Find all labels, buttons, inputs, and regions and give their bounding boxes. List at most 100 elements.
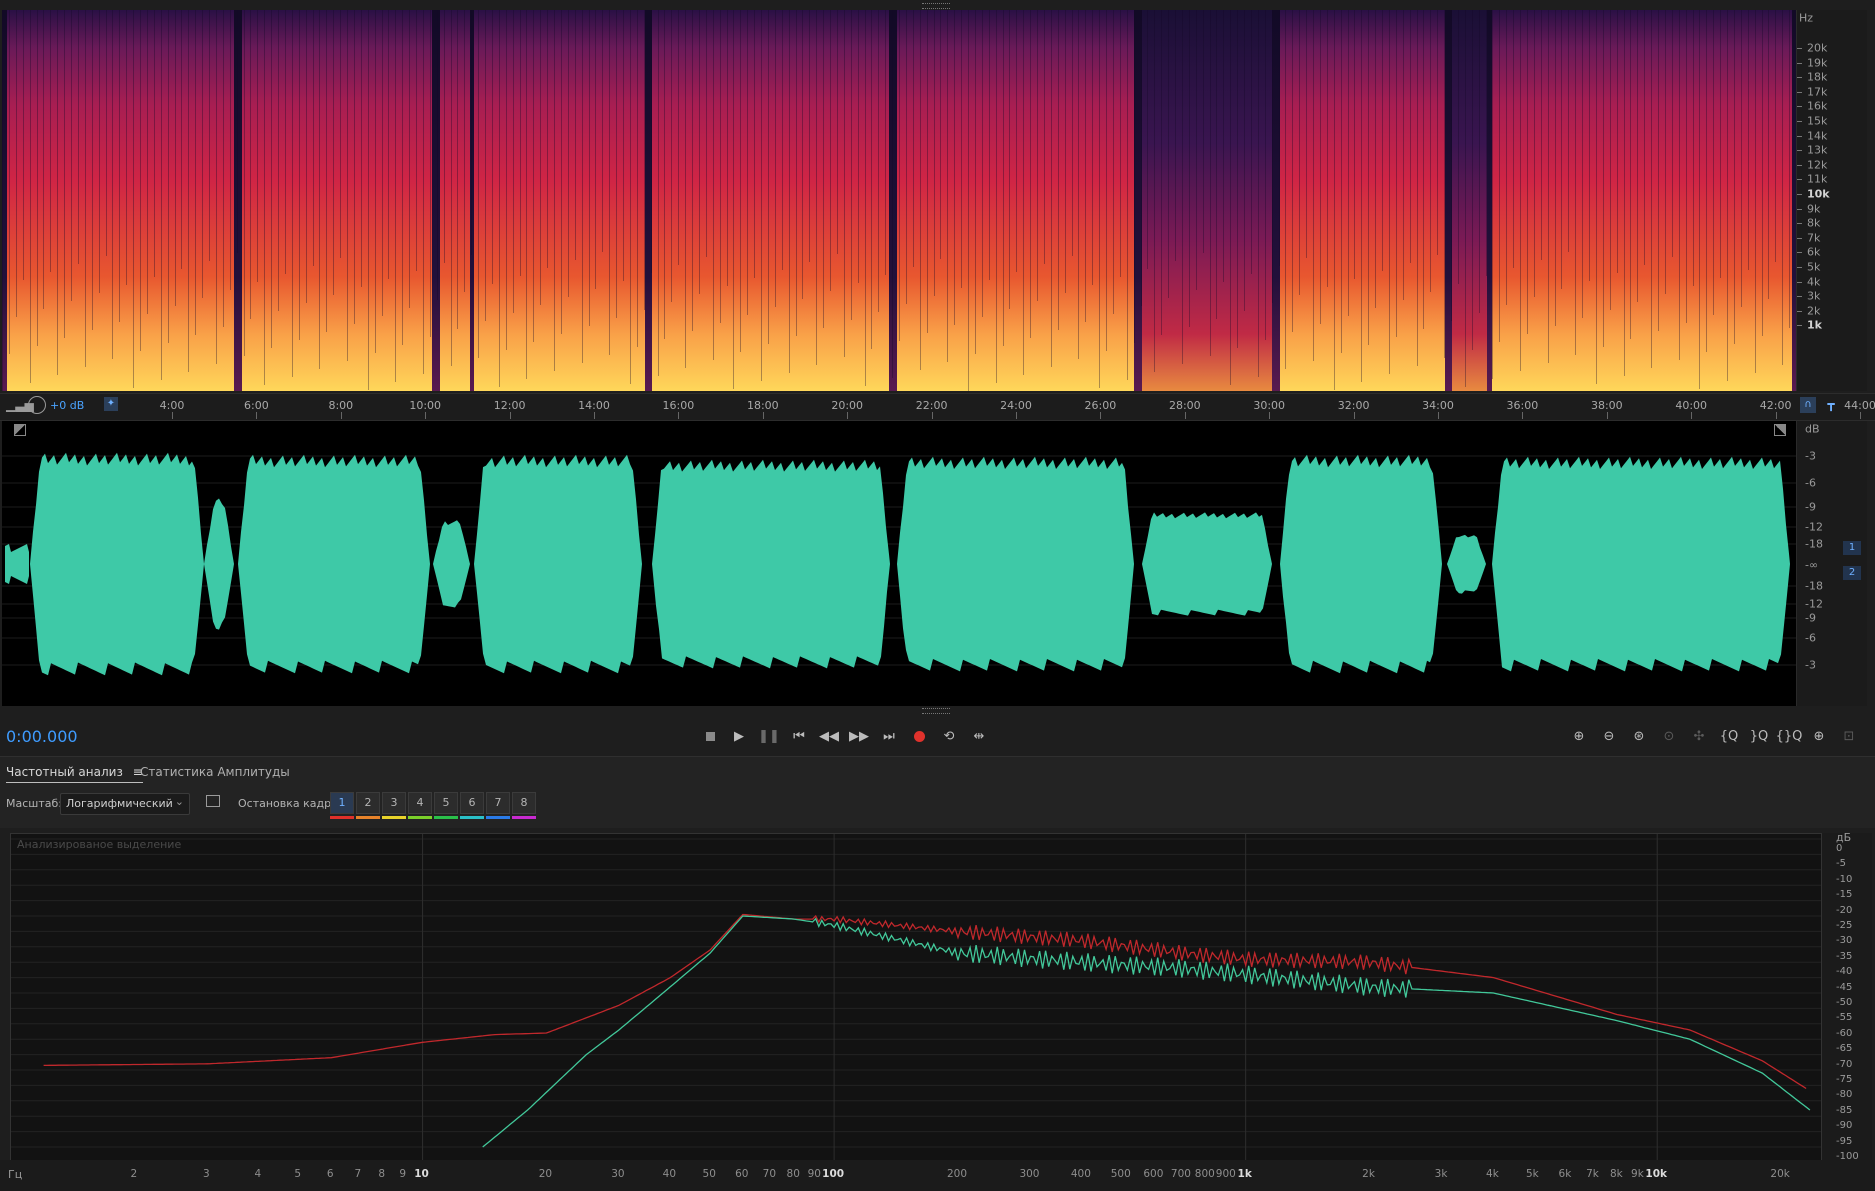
pause-button[interactable]: ❚❚ [757, 724, 781, 748]
record-button[interactable] [907, 724, 931, 748]
freeze-frame-slot-7[interactable]: 7 [486, 792, 510, 814]
hz-label: 7k [1807, 231, 1821, 245]
time-ruler[interactable]: ▁▃▅ +0 dB ✦ 4:00 6:00 8:00 10:00 12:00 14:00 1… [0, 393, 1875, 421]
spectral-streak [1685, 10, 1687, 323]
spectral-streak [533, 10, 535, 342]
loop-button[interactable]: ⟲ [937, 724, 961, 748]
freeze-frame-color-swatch [356, 816, 380, 819]
fade-in-handle-icon[interactable] [14, 424, 26, 436]
go-to-end-button[interactable]: ⏭ [877, 724, 901, 748]
pause-icon: ❚❚ [758, 728, 780, 744]
waveform-region [1142, 512, 1272, 616]
gain-knob-icon[interactable] [28, 396, 46, 414]
zoom-out-amplitude-icon: ⊖ [1603, 728, 1615, 744]
zoom-in-time-button[interactable]: ⊙ [1657, 724, 1681, 748]
spectral-streak [471, 10, 473, 255]
resize-handle-bottom[interactable] [922, 708, 950, 714]
gain-value[interactable]: +0 dB [50, 399, 84, 412]
freeze-frame-slot-6[interactable]: 6 [460, 792, 484, 814]
time-label: 8:00 [328, 399, 354, 412]
time-label: 44:00 [1844, 399, 1875, 412]
freeze-frame-slot-4[interactable]: 4 [408, 792, 432, 814]
marker-icon[interactable]: ┳ [1824, 397, 1838, 413]
skip-selection-button[interactable]: ⇹ [967, 724, 991, 748]
time-tick [509, 412, 511, 419]
hz-tick [1797, 91, 1802, 93]
spectral-streak [1513, 10, 1515, 268]
hz-label: 17k [1807, 85, 1828, 99]
spectral-streak [1354, 10, 1356, 279]
zoom-reset-button[interactable]: ⊛ [1627, 724, 1651, 748]
channel-2-toggle[interactable]: 2 [1843, 566, 1861, 580]
tab-amplitude-statistics[interactable]: Статистика Амплитуды [140, 765, 290, 779]
time-label: 16:00 [662, 399, 695, 412]
headphones-icon[interactable]: ∩ [1800, 397, 1816, 413]
zoom-time-button[interactable]: ⊕ [1807, 724, 1831, 748]
spectral-streak [1016, 10, 1018, 272]
scale-select[interactable]: Логарифмический ⌄ [60, 793, 190, 815]
graph-freq-label: 3 [203, 1168, 210, 1180]
freeze-frame-slot-1[interactable]: 1 [330, 792, 354, 814]
freeze-frame-slot-8[interactable]: 8 [512, 792, 536, 814]
hz-tick [1797, 267, 1802, 268]
time-label: 10:00 [409, 399, 442, 412]
time-label: 42:00 [1759, 399, 1792, 412]
time-tick [594, 412, 595, 419]
play-button[interactable]: ▶ [727, 724, 751, 748]
spectral-streak [1671, 10, 1673, 257]
freeze-frame-slot-3[interactable]: 3 [382, 792, 406, 814]
hz-label: 12k [1807, 158, 1828, 172]
spectral-streak [1761, 10, 1763, 336]
freeze-frame-slot-5[interactable]: 5 [434, 792, 458, 814]
db-label: -12 [1805, 520, 1823, 534]
zoom-in-left-button[interactable]: {Q [1717, 724, 1741, 748]
spectral-streak [519, 10, 521, 276]
channel-1-toggle[interactable]: 1 [1843, 541, 1861, 555]
spectral-streak [1664, 10, 1666, 294]
stop-button[interactable] [698, 724, 722, 748]
frequency-analysis-graph[interactable]: Анализированое выделение [10, 833, 1822, 1161]
spectral-streak [29, 10, 31, 383]
spectral-streak [174, 10, 176, 306]
spectral-streak [43, 10, 45, 309]
spectral-streak [650, 10, 652, 273]
spectral-streak [77, 10, 79, 264]
resize-handle-top[interactable] [922, 3, 950, 9]
waveform-display[interactable] [2, 421, 1796, 706]
spectral-streak [1106, 10, 1107, 351]
graph-freq-label: 40 [662, 1168, 677, 1180]
zoom-out-full-button[interactable]: {}Q [1776, 724, 1803, 748]
zoom-out-amplitude-button[interactable]: ⊖ [1597, 724, 1621, 748]
tab-frequency-analysis[interactable]: Частотный анализ ≡ [6, 765, 143, 783]
spectral-streak [781, 10, 783, 270]
spectral-streak [1651, 10, 1653, 368]
spectral-streak [712, 10, 714, 360]
zoom-in-right-button[interactable]: }Q [1747, 724, 1771, 748]
fade-out-handle-icon[interactable] [1774, 424, 1786, 436]
current-time-display[interactable]: 0:00.000 [6, 727, 78, 746]
pin-icon[interactable]: ✦ [104, 397, 118, 411]
freeze-frame-slot-2[interactable]: 2 [356, 792, 380, 814]
time-label: 34:00 [1422, 399, 1454, 412]
spectral-streak [2, 10, 3, 391]
go-to-start-button[interactable]: ⏮ [787, 724, 811, 748]
zoom-time-icon: ⊕ [1813, 728, 1825, 744]
zoom-fit-button[interactable]: ⊡ [1837, 724, 1861, 748]
graph-freq-label: 800 [1194, 1168, 1215, 1180]
spectral-streak [347, 10, 348, 361]
hz-label: 14k [1807, 129, 1828, 143]
time-label: 20:00 [831, 399, 864, 412]
zoom-in-amplitude-button[interactable]: ⊕ [1567, 724, 1591, 748]
zoom-selection-button[interactable]: ✣ [1687, 724, 1711, 748]
spectral-streak [595, 10, 597, 289]
fast-forward-button[interactable]: ▶▶ [847, 724, 871, 748]
hz-tick [1797, 48, 1802, 49]
freeze-frame-color-swatch [408, 816, 432, 819]
spectral-streak [981, 10, 983, 317]
spectral-frequency-display[interactable] [2, 10, 1796, 391]
graph-freq-label: 700 [1170, 1168, 1191, 1180]
hz-tick [1797, 150, 1802, 152]
rewind-button[interactable]: ◀◀ [817, 724, 841, 748]
spectral-streak [567, 10, 569, 297]
frame-capture-icon[interactable] [206, 795, 220, 807]
